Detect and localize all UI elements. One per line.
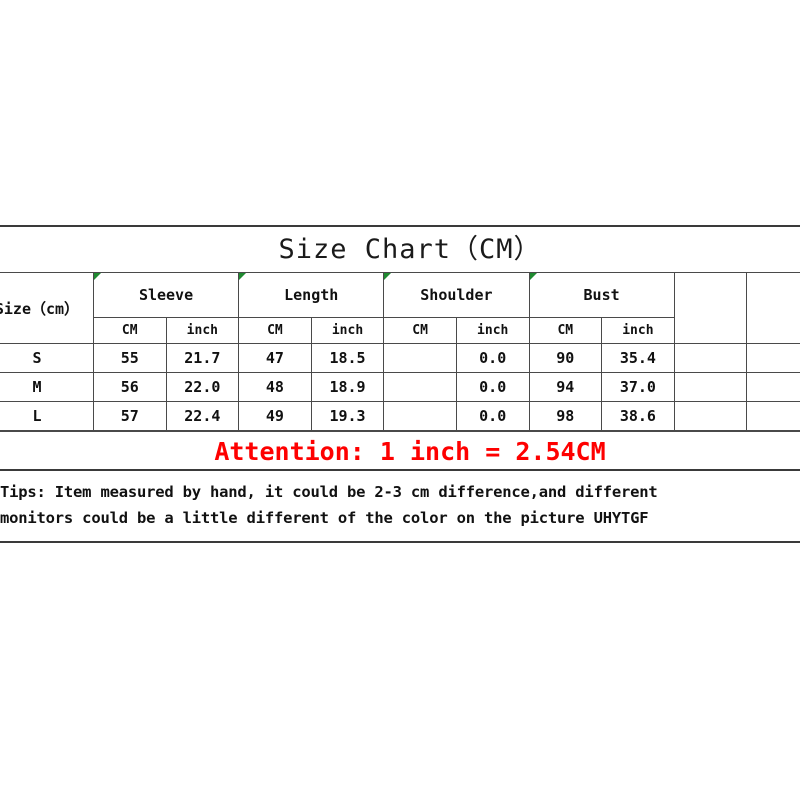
measurements-table: Size（cm） Sleeve Length Shoulder Bust CM … <box>0 272 800 431</box>
table-row: M 56 22.0 48 18.9 0.0 94 37.0 <box>0 372 800 402</box>
header-group-length-label: Length <box>284 286 339 304</box>
comment-marker-icon <box>239 273 247 280</box>
cell-sleeve-inch: 22.0 <box>165 372 240 402</box>
cell-bust-inch: 37.0 <box>601 372 675 402</box>
unit-bust-inch: inch <box>601 317 675 344</box>
cell-blank-1 <box>673 372 748 402</box>
cell-length-cm: 49 <box>238 401 312 431</box>
chart-title-band: Size Chart（CM） <box>0 227 800 272</box>
cell-sleeve-cm: 56 <box>92 372 167 402</box>
cell-length-cm: 48 <box>238 372 312 402</box>
unit-length-cm: CM <box>238 317 312 344</box>
attention-band: Attention: 1 inch = 2.54CM <box>0 431 800 471</box>
header-group-bust: Bust <box>528 272 675 318</box>
cell-sleeve-cm: 57 <box>92 401 167 431</box>
attention-text: Attention: 1 inch = 2.54CM <box>214 437 606 466</box>
unit-shoulder-cm: CM <box>383 317 457 344</box>
cell-shoulder-inch: 0.0 <box>455 343 530 373</box>
unit-sleeve-inch: inch <box>165 317 240 344</box>
cell-blank-2 <box>746 401 800 431</box>
size-chart-image: Size Chart（CM） Size（cm） Sleeve Length Sh… <box>0 0 800 800</box>
cell-sleeve-inch: 21.7 <box>165 343 240 373</box>
cell-shoulder-cm <box>383 372 457 402</box>
table-row: S 55 21.7 47 18.5 0.0 90 35.4 <box>0 343 800 373</box>
unit-bust-cm: CM <box>528 317 603 344</box>
header-group-bust-label: Bust <box>583 286 620 304</box>
header-group-shoulder-label: Shoulder <box>420 286 493 304</box>
header-group-sleeve: Sleeve <box>92 272 240 318</box>
page-title: Size Chart（CM） <box>278 234 542 265</box>
cell-bust-cm: 94 <box>528 372 603 402</box>
cell-sleeve-inch: 22.4 <box>165 401 240 431</box>
cell-length-cm: 47 <box>238 343 312 373</box>
header-size: Size（cm） <box>0 272 94 344</box>
cell-sleeve-cm: 55 <box>92 343 167 373</box>
unit-sleeve-cm: CM <box>92 317 167 344</box>
cell-bust-inch: 35.4 <box>601 343 675 373</box>
header-blank-2 <box>746 272 800 344</box>
cell-size: M <box>0 372 94 402</box>
comment-marker-icon <box>384 273 392 280</box>
cell-bust-cm: 90 <box>528 343 603 373</box>
cell-blank-1 <box>673 343 748 373</box>
tips-band: Tips: Item measured by hand, it could be… <box>0 471 800 541</box>
tips-line-1: Tips: Item measured by hand, it could be… <box>0 483 658 501</box>
header-group-sleeve-label: Sleeve <box>138 286 194 304</box>
cell-shoulder-inch: 0.0 <box>455 401 530 431</box>
cell-shoulder-inch: 0.0 <box>455 372 530 402</box>
unit-shoulder-inch: inch <box>455 317 530 344</box>
cell-length-inch: 18.5 <box>310 343 385 373</box>
header-group-shoulder: Shoulder <box>383 272 530 318</box>
cell-length-inch: 19.3 <box>310 401 385 431</box>
table-row: L 57 22.4 49 19.3 0.0 98 38.6 <box>0 401 800 431</box>
header-group-length: Length <box>238 272 385 318</box>
cell-bust-cm: 98 <box>528 401 603 431</box>
tips-line-2: monitors could be a little different of … <box>0 509 649 527</box>
comment-marker-icon <box>94 273 101 280</box>
size-chart-sheet: Size Chart（CM） Size（cm） Sleeve Length Sh… <box>0 225 800 543</box>
cell-shoulder-cm <box>383 343 457 373</box>
cell-blank-2 <box>746 372 800 402</box>
cell-shoulder-cm <box>383 401 457 431</box>
unit-length-inch: inch <box>310 317 385 344</box>
cell-length-inch: 18.9 <box>310 372 385 402</box>
cell-size: L <box>0 401 94 431</box>
header-blank-1 <box>673 272 748 344</box>
table-group-header-row: Size（cm） Sleeve Length Shoulder Bust <box>0 272 800 344</box>
cell-blank-2 <box>746 343 800 373</box>
cell-bust-inch: 38.6 <box>601 401 675 431</box>
comment-marker-icon <box>530 273 537 280</box>
cell-size: S <box>0 343 94 373</box>
cell-blank-1 <box>673 401 748 431</box>
